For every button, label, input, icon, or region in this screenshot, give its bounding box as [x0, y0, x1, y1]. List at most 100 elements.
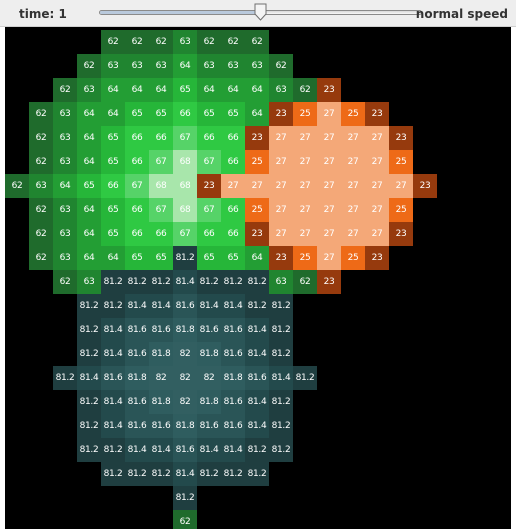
grid-cell: 81.2 [77, 294, 101, 318]
grid-cell: 23 [269, 246, 293, 270]
grid-cell: 27 [221, 174, 245, 198]
grid-cell: 25 [389, 150, 413, 174]
grid-cell: 63 [77, 78, 101, 102]
grid-cell: 66 [197, 222, 221, 246]
grid-cell: 25 [293, 102, 317, 126]
grid-cell: 81.6 [245, 366, 269, 390]
grid-cell: 81.2 [269, 438, 293, 462]
grid-cell: 66 [221, 126, 245, 150]
grid-cell: 81.4 [101, 342, 125, 366]
grid-cell: 64 [125, 78, 149, 102]
slider-thumb-handle[interactable] [254, 3, 267, 21]
grid-cell: 64 [101, 78, 125, 102]
grid-cell: 64 [77, 198, 101, 222]
grid-cell: 82 [197, 366, 221, 390]
grid-cell: 81.4 [125, 438, 149, 462]
grid-cell: 66 [149, 222, 173, 246]
grid-cell: 81.2 [269, 390, 293, 414]
grid-cell: 25 [341, 246, 365, 270]
grid-cell: 27 [341, 150, 365, 174]
grid-cell: 66 [149, 126, 173, 150]
grid-cell: 81.2 [197, 270, 221, 294]
grid-cell: 65 [125, 246, 149, 270]
grid-cell: 62 [101, 30, 125, 54]
grid-cell: 27 [269, 126, 293, 150]
grid-cell: 81.2 [269, 342, 293, 366]
grid-cell: 81.2 [77, 390, 101, 414]
grid-cell: 81.4 [173, 462, 197, 486]
grid-cell: 25 [293, 246, 317, 270]
grid-cell: 27 [341, 222, 365, 246]
grid-cell: 27 [293, 198, 317, 222]
grid-cell: 23 [317, 270, 341, 294]
grid-cell: 67 [125, 174, 149, 198]
grid-cell: 63 [29, 174, 53, 198]
grid-cell: 81.6 [149, 318, 173, 342]
grid-cell: 62 [293, 78, 317, 102]
grid-cell: 23 [317, 78, 341, 102]
speed-label: normal speed [415, 7, 508, 21]
grid-cell: 81.8 [197, 342, 221, 366]
grid-cell: 66 [125, 222, 149, 246]
grid-cell: 81.4 [245, 390, 269, 414]
grid-cell: 81.6 [221, 342, 245, 366]
grid-cell: 27 [293, 174, 317, 198]
grid-cell: 81.6 [101, 366, 125, 390]
grid-cell: 68 [173, 198, 197, 222]
grid-cell: 65 [197, 102, 221, 126]
grid-cell: 81.2 [269, 414, 293, 438]
grid-cell: 81.2 [149, 462, 173, 486]
grid-cell: 62 [293, 270, 317, 294]
grid-cell: 27 [293, 222, 317, 246]
grid-cell: 62 [29, 198, 53, 222]
grid-cell: 81.2 [77, 414, 101, 438]
grid-cell: 81.4 [77, 366, 101, 390]
grid-cell: 23 [365, 102, 389, 126]
grid-cell: 81.4 [245, 342, 269, 366]
grid-cell: 63 [197, 54, 221, 78]
grid-cell: 81.2 [125, 462, 149, 486]
grid-cell: 81.2 [77, 342, 101, 366]
grid-cell: 64 [77, 126, 101, 150]
grid-cell: 27 [341, 126, 365, 150]
grid-cell: 65 [197, 246, 221, 270]
grid-cell: 65 [173, 78, 197, 102]
grid-cell: 62 [29, 246, 53, 270]
grid-cell: 67 [149, 150, 173, 174]
grid-cell: 81.4 [269, 366, 293, 390]
grid-cell: 63 [53, 102, 77, 126]
grid-cell: 81.4 [101, 318, 125, 342]
grid-cell: 64 [53, 174, 77, 198]
grid-cell: 81.2 [245, 294, 269, 318]
grid-cell: 65 [221, 246, 245, 270]
grid-cell: 82 [173, 390, 197, 414]
grid-cell: 27 [317, 174, 341, 198]
grid-cell: 27 [317, 246, 341, 270]
grid-cell: 27 [317, 150, 341, 174]
grid-cell: 63 [269, 270, 293, 294]
grid-cell: 82 [173, 342, 197, 366]
grid-cell: 66 [221, 222, 245, 246]
grid-cell: 27 [269, 150, 293, 174]
grid-cell: 81.6 [149, 414, 173, 438]
grid-cell: 81.2 [101, 438, 125, 462]
grid-cell: 66 [125, 198, 149, 222]
grid-cell: 81.4 [101, 414, 125, 438]
grid-cell: 27 [365, 198, 389, 222]
grid-cell: 81.8 [197, 390, 221, 414]
grid-cell: 81.6 [125, 390, 149, 414]
grid-cell: 81.2 [269, 294, 293, 318]
grid-cell: 81.2 [173, 246, 197, 270]
grid-cell: 27 [269, 222, 293, 246]
grid-cell: 27 [341, 174, 365, 198]
grid-cell: 23 [413, 174, 437, 198]
grid-cell: 81.2 [101, 294, 125, 318]
grid-cell: 23 [245, 126, 269, 150]
grid-cell: 81.4 [245, 414, 269, 438]
grid-cell: 64 [197, 78, 221, 102]
grid-cell: 81.6 [125, 318, 149, 342]
grid-cell: 25 [341, 102, 365, 126]
time-label: time: 1 [19, 7, 67, 21]
grid-cell: 62 [221, 30, 245, 54]
grid-cell: 81.2 [293, 366, 317, 390]
